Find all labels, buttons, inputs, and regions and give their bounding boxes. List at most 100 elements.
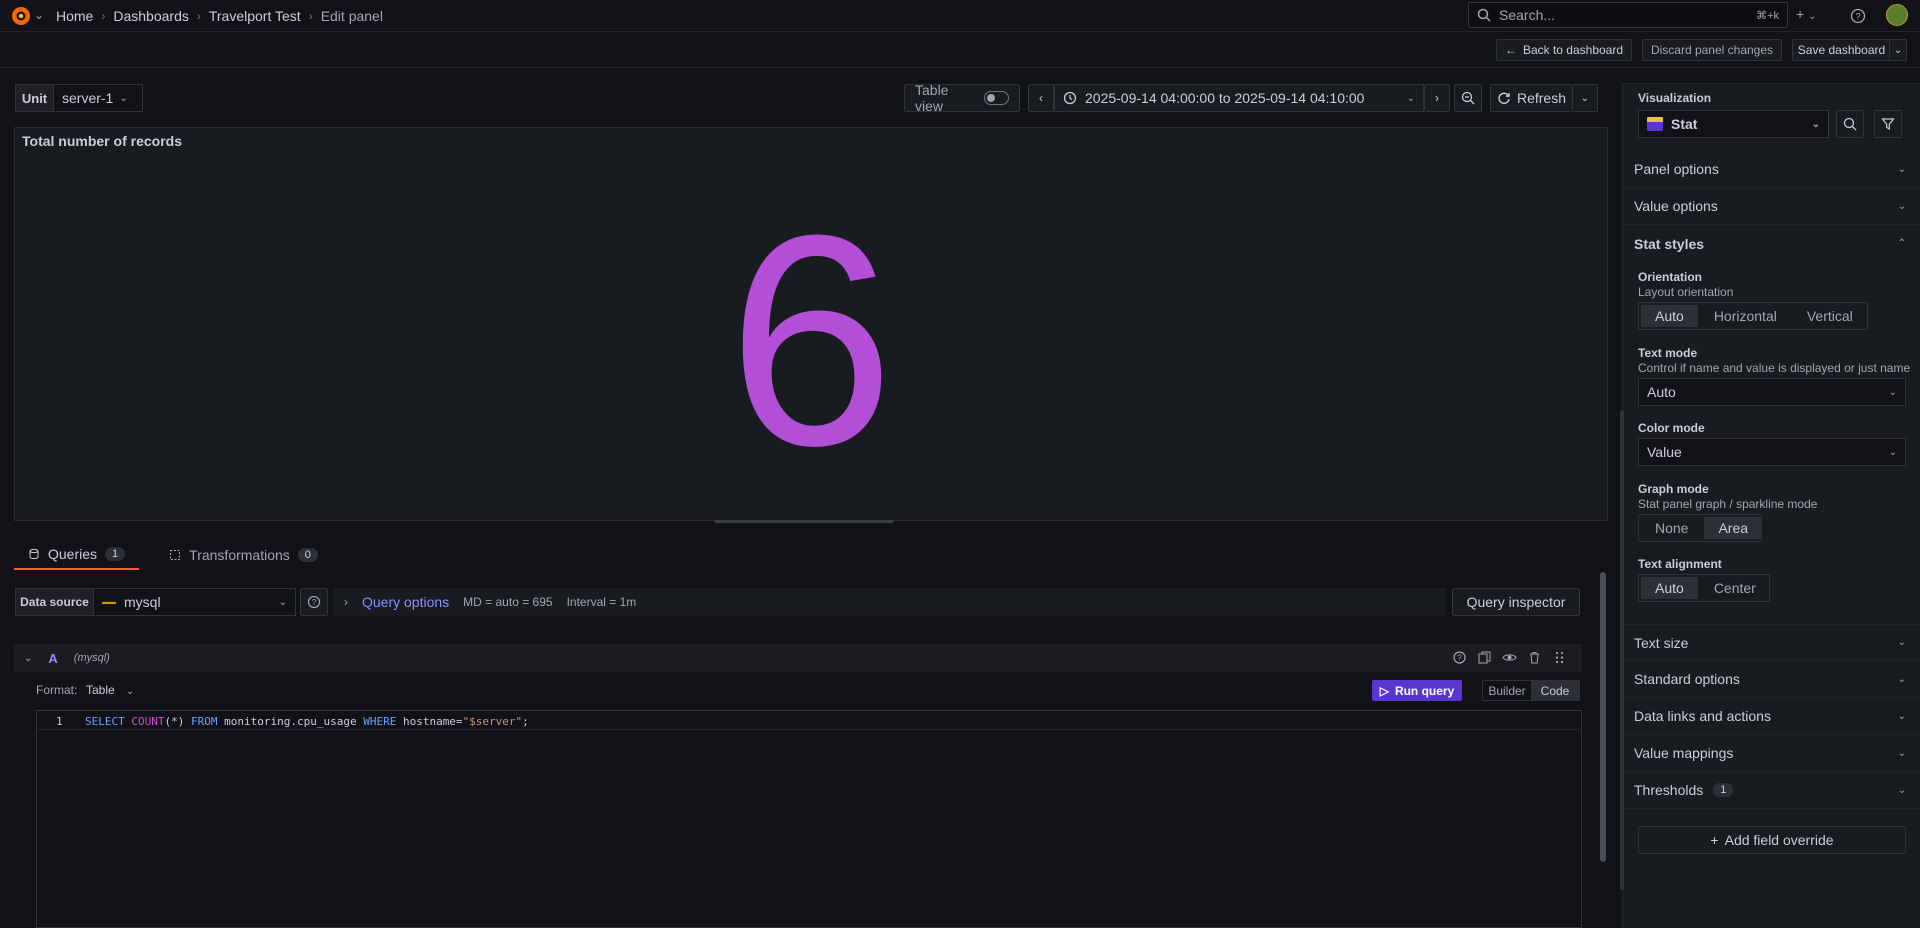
section-panel-options[interactable]: Panel options ⌄ bbox=[1622, 151, 1920, 188]
section-label: Stat styles bbox=[1634, 235, 1705, 252]
time-range-value: 2025-09-14 04:00:00 to 2025-09-14 04:10:… bbox=[1085, 90, 1365, 106]
tab-transformations-label: Transformations bbox=[189, 547, 290, 563]
search-shortcut: ⌘+k bbox=[1756, 9, 1779, 22]
text-alignment-auto[interactable]: Auto bbox=[1641, 577, 1698, 599]
query-options-link[interactable]: Query options bbox=[362, 594, 449, 610]
run-query-button[interactable]: ▷ Run query bbox=[1372, 680, 1462, 701]
max-data-points: MD = auto = 695 bbox=[463, 595, 553, 609]
add-field-override-label: Add field override bbox=[1724, 832, 1834, 848]
refresh-interval-chevron-icon[interactable]: ⌄ bbox=[1572, 84, 1598, 112]
help-icon[interactable]: ? bbox=[1452, 650, 1467, 665]
drag-handle-icon[interactable] bbox=[1552, 650, 1567, 665]
panel-title: Total number of records bbox=[22, 133, 182, 149]
time-range-forward-button[interactable]: › bbox=[1424, 84, 1450, 112]
zoom-out-button[interactable] bbox=[1454, 84, 1482, 112]
orientation-auto[interactable]: Auto bbox=[1641, 305, 1698, 327]
back-to-dashboard-button[interactable]: ← Back to dashboard bbox=[1496, 39, 1632, 61]
table-view-toggle[interactable]: Table view bbox=[904, 82, 1020, 114]
text-mode-select[interactable]: Auto ⌄ bbox=[1638, 378, 1906, 406]
section-stat-styles[interactable]: Stat styles ⌃ bbox=[1622, 225, 1920, 262]
query-data-source-name: (mysql) bbox=[73, 652, 110, 664]
orientation-radio-group: Auto Horizontal Vertical bbox=[1638, 302, 1868, 330]
table-view-label: Table view bbox=[915, 82, 949, 114]
time-range-picker[interactable]: 2025-09-14 04:00:00 to 2025-09-14 04:10:… bbox=[1054, 84, 1424, 112]
sql-code-line[interactable]: SELECT COUNT(*) FROM monitoring.cpu_usag… bbox=[85, 715, 529, 728]
chevron-down-icon: ⌄ bbox=[1897, 673, 1906, 685]
text-mode-title: Text mode bbox=[1638, 346, 1698, 360]
section-label: Data links and actions bbox=[1634, 708, 1771, 724]
avatar[interactable] bbox=[1886, 4, 1908, 26]
sql-column: hostname= bbox=[402, 715, 463, 728]
time-range-back-button[interactable]: ‹ bbox=[1028, 84, 1054, 112]
section-thresholds[interactable]: Thresholds 1 ⌄ bbox=[1622, 772, 1920, 809]
grafana-logo-icon[interactable] bbox=[10, 5, 32, 27]
plus-icon: + bbox=[1796, 6, 1805, 22]
chevron-down-icon[interactable]: ⌄ bbox=[34, 8, 44, 22]
visualization-picker[interactable]: Stat ⌄ bbox=[1638, 110, 1829, 138]
query-options-bar[interactable]: › Query options MD = auto = 695 Interval… bbox=[334, 588, 1446, 616]
section-label: Text size bbox=[1634, 634, 1689, 651]
refresh-button[interactable]: Refresh bbox=[1490, 84, 1572, 112]
chevron-down-icon[interactable]: ⌄ bbox=[24, 653, 32, 664]
format-select[interactable]: Table ⌄ bbox=[86, 683, 134, 697]
chevron-down-icon: ⌄ bbox=[1897, 747, 1906, 759]
section-data-links[interactable]: Data links and actions ⌄ bbox=[1622, 698, 1920, 735]
chevron-up-icon: ⌃ bbox=[1897, 238, 1906, 249]
thresholds-count-badge: 1 bbox=[1713, 783, 1734, 797]
tab-queries[interactable]: Queries 1 bbox=[14, 540, 140, 570]
eye-icon[interactable] bbox=[1502, 650, 1517, 665]
sql-table: monitoring.cpu_usage bbox=[224, 715, 357, 728]
discard-panel-changes-button[interactable]: Discard panel changes bbox=[1642, 39, 1782, 61]
breadcrumb-home[interactable]: Home bbox=[56, 8, 93, 24]
section-label-group: Thresholds 1 bbox=[1634, 782, 1734, 798]
transform-icon bbox=[169, 549, 181, 561]
query-row-header[interactable]: ⌄ A (mysql) bbox=[14, 644, 1582, 672]
svg-text:?: ? bbox=[1855, 12, 1860, 22]
chevron-down-icon: ⌄ bbox=[1897, 784, 1906, 796]
query-inspector-button[interactable]: Query inspector bbox=[1452, 588, 1580, 616]
filter-options-button[interactable] bbox=[1874, 110, 1902, 138]
data-source-help-button[interactable]: ? bbox=[300, 588, 328, 616]
chevron-right-icon: › bbox=[101, 9, 106, 23]
save-options-chevron-icon[interactable]: ⌄ bbox=[1889, 39, 1907, 61]
section-value-mappings[interactable]: Value mappings ⌄ bbox=[1622, 735, 1920, 772]
text-alignment-center[interactable]: Center bbox=[1700, 577, 1770, 599]
tab-transformations[interactable]: Transformations 0 bbox=[155, 540, 332, 570]
chevron-down-icon: ⌄ bbox=[278, 596, 287, 608]
builder-mode-option[interactable]: Builder bbox=[1483, 681, 1531, 700]
resize-handle[interactable] bbox=[714, 520, 894, 523]
graph-mode-area[interactable]: Area bbox=[1704, 517, 1763, 539]
duplicate-icon[interactable] bbox=[1477, 650, 1492, 665]
toggle-switch[interactable] bbox=[983, 91, 1009, 105]
section-standard-options[interactable]: Standard options ⌄ bbox=[1622, 661, 1920, 698]
breadcrumb-dashboard[interactable]: Travelport Test bbox=[209, 8, 301, 24]
unit-variable-select[interactable]: server-1 ⌄ bbox=[53, 84, 143, 112]
new-menu-button[interactable]: + ⌄ bbox=[1796, 6, 1816, 22]
save-dashboard-button[interactable]: Save dashboard bbox=[1792, 39, 1890, 61]
help-icon[interactable]: ? bbox=[1848, 6, 1868, 26]
code-mode-option[interactable]: Code bbox=[1531, 681, 1579, 700]
action-bar bbox=[0, 33, 1920, 68]
graph-mode-none[interactable]: None bbox=[1641, 517, 1702, 539]
clock-icon bbox=[1063, 91, 1077, 105]
trash-icon[interactable] bbox=[1527, 650, 1542, 665]
chevron-down-icon: ⌄ bbox=[1897, 637, 1906, 648]
breadcrumb-dashboards[interactable]: Dashboards bbox=[113, 8, 189, 24]
text-alignment-title: Text alignment bbox=[1638, 557, 1722, 571]
orientation-vertical[interactable]: Vertical bbox=[1793, 305, 1867, 327]
scrollbar[interactable] bbox=[1600, 572, 1606, 862]
data-source-select[interactable]: ▬▬ mysql ⌄ bbox=[93, 588, 296, 616]
breadcrumb-current: Edit panel bbox=[320, 8, 383, 24]
section-text-size[interactable]: Text size ⌄ bbox=[1622, 624, 1920, 661]
color-mode-select[interactable]: Value ⌄ bbox=[1638, 438, 1906, 466]
plus-icon: + bbox=[1710, 832, 1719, 848]
add-field-override-button[interactable]: + Add field override bbox=[1638, 826, 1906, 854]
section-value-options[interactable]: Value options ⌄ bbox=[1622, 188, 1920, 225]
chevron-down-icon: ⌄ bbox=[1888, 386, 1897, 398]
chevron-right-icon: › bbox=[1435, 91, 1439, 105]
run-query-label: Run query bbox=[1394, 683, 1455, 698]
search-options-button[interactable] bbox=[1836, 110, 1864, 138]
search-input[interactable]: Search... ⌘+k bbox=[1468, 2, 1788, 28]
sql-code-editor[interactable] bbox=[36, 710, 1582, 928]
orientation-horizontal[interactable]: Horizontal bbox=[1700, 305, 1791, 327]
